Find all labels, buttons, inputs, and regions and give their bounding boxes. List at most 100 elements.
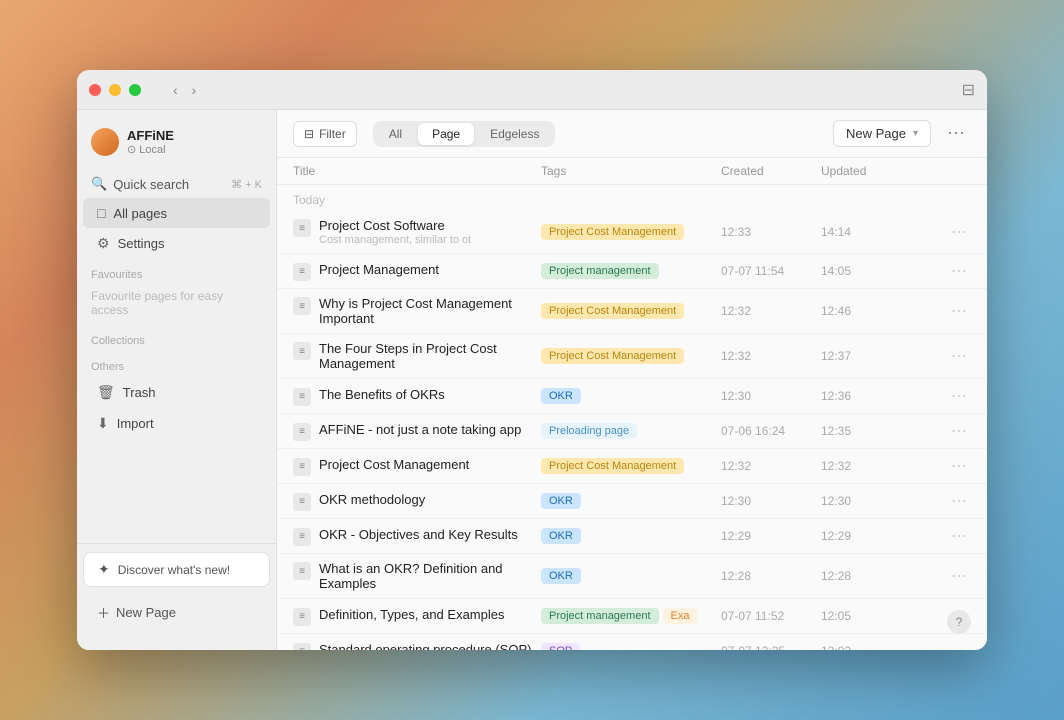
sidebar-item-label: Settings (118, 236, 165, 251)
close-button[interactable] (89, 84, 101, 96)
tag: OKR (541, 528, 581, 544)
search-shortcut: ⌘ + K (231, 178, 262, 191)
tab-all[interactable]: All (375, 123, 416, 145)
favourites-empty-text: Favourite pages for easy access (77, 285, 276, 325)
more-options-button[interactable]: ⋯ (941, 121, 971, 146)
table-row[interactable]: ≡ Project Management Project management … (277, 254, 987, 289)
table-row[interactable]: ≡ Standard operating procedure (SOP) SOP… (277, 634, 987, 650)
row-more: ⋯ (911, 301, 971, 321)
table-row[interactable]: ≡ AFFiNE - not just a note taking app Pr… (277, 414, 987, 449)
sidebar-item-trash[interactable]: 🗑 Trash (83, 377, 270, 408)
column-actions (911, 164, 971, 178)
help-button[interactable]: ? (947, 610, 971, 634)
row-more-button[interactable]: ⋯ (947, 456, 971, 476)
row-more: ⋯ (911, 386, 971, 406)
quick-search[interactable]: 🔍 Quick search ⌘ + K (77, 170, 276, 198)
row-title-area: ≡ What is an OKR? Definition and Example… (293, 561, 541, 591)
row-more-button[interactable]: ⋯ (947, 346, 971, 366)
row-more-button[interactable]: ⋯ (947, 222, 971, 242)
row-title: Project Cost Management (319, 457, 469, 472)
minimize-button[interactable] (109, 84, 121, 96)
row-more-button[interactable]: ⋯ (947, 526, 971, 546)
import-icon: ⬇ (97, 415, 109, 432)
discover-button[interactable]: ✦ Discover what's new! (83, 552, 270, 587)
new-page-sidebar-button[interactable]: ＋ New Page (83, 595, 270, 630)
row-updated: 12:29 (821, 529, 911, 543)
row-more-button[interactable]: ⋯ (947, 421, 971, 441)
table-row[interactable]: ≡ The Four Steps in Project Cost Managem… (277, 334, 987, 379)
row-title: AFFiNE - not just a note taking app (319, 422, 521, 437)
row-created: 07-07 13:25 (721, 644, 821, 650)
favourites-section-label: Favourites (77, 259, 276, 285)
row-more-button[interactable]: ⋯ (947, 261, 971, 281)
sidebar-item-label: Import (117, 416, 154, 431)
sidebar-toggle-button[interactable]: ⊟ (962, 80, 975, 100)
tab-page[interactable]: Page (418, 123, 474, 145)
tab-edgeless[interactable]: Edgeless (476, 123, 553, 145)
row-text: Standard operating procedure (SOP) (319, 642, 531, 651)
row-title-area: ≡ AFFiNE - not just a note taking app (293, 422, 541, 441)
row-title-area: ≡ The Benefits of OKRs (293, 387, 541, 406)
row-title: OKR methodology (319, 492, 425, 507)
new-page-button[interactable]: New Page ▾ (833, 120, 931, 147)
forward-button[interactable]: › (188, 80, 201, 100)
table-row[interactable]: ≡ Definition, Types, and Examples Projec… (277, 599, 987, 634)
content-area: ⊟ Filter All Page Edgeless New Page ▾ ⋯ (277, 110, 987, 650)
row-updated: 12:46 (821, 304, 911, 318)
row-title-area: ≡ Why is Project Cost Management Importa… (293, 296, 541, 326)
row-updated: 12:35 (821, 424, 911, 438)
row-more: ⋯ (911, 491, 971, 511)
row-tags: Project Cost Management (541, 303, 721, 319)
row-tags: Project Cost Management (541, 224, 721, 240)
new-page-sidebar-label: New Page (116, 605, 176, 620)
column-updated: Updated (821, 164, 911, 178)
sidebar-item-settings[interactable]: ⚙ Settings (83, 228, 270, 259)
back-button[interactable]: ‹ (169, 80, 182, 100)
table-row[interactable]: ≡ Why is Project Cost Management Importa… (277, 289, 987, 334)
row-created: 07-07 11:54 (721, 264, 821, 278)
row-updated: 12:32 (821, 459, 911, 473)
row-more-button[interactable]: ⋯ (947, 566, 971, 586)
row-more: ⋯ (911, 346, 971, 366)
row-text: The Benefits of OKRs (319, 387, 445, 402)
table-row[interactable]: ≡ Project Cost Management Project Cost M… (277, 449, 987, 484)
filter-icon: ⊟ (304, 127, 314, 141)
user-info: AFFiNE ⊙ Local (127, 128, 174, 156)
row-more-button[interactable]: ⋯ (947, 386, 971, 406)
row-updated: 12:02 (821, 644, 911, 650)
table-row[interactable]: ≡ What is an OKR? Definition and Example… (277, 554, 987, 599)
workspace-icon: ⊙ (127, 143, 136, 156)
nav-arrows: ‹ › (169, 80, 200, 100)
table-row[interactable]: ≡ Project Cost Software Cost management,… (277, 211, 987, 254)
row-more-button[interactable]: ⋯ (947, 491, 971, 511)
tag: OKR (541, 388, 581, 404)
sidebar-item-all-pages[interactable]: □ All pages (83, 198, 270, 228)
row-created: 12:32 (721, 459, 821, 473)
row-more-button[interactable]: ⋯ (947, 641, 971, 650)
tag: OKR (541, 568, 581, 584)
row-text: What is an OKR? Definition and Examples (319, 561, 541, 591)
user-profile[interactable]: AFFiNE ⊙ Local (77, 122, 276, 170)
row-updated: 14:05 (821, 264, 911, 278)
filter-label: Filter (319, 127, 346, 141)
tag: Project management (541, 263, 659, 279)
table-row[interactable]: ≡ The Benefits of OKRs OKR 12:30 12:36 ⋯ (277, 379, 987, 414)
content-header: ⊟ Filter All Page Edgeless New Page ▾ ⋯ (277, 110, 987, 158)
table-row[interactable]: ≡ OKR - Objectives and Key Results OKR 1… (277, 519, 987, 554)
sidebar-item-import[interactable]: ⬇ Import (83, 408, 270, 439)
tag: Project management (541, 608, 659, 624)
row-created: 07-06 16:24 (721, 424, 821, 438)
table-row[interactable]: ≡ OKR methodology OKR 12:30 12:30 ⋯ (277, 484, 987, 519)
row-title-area: ≡ OKR - Objectives and Key Results (293, 527, 541, 546)
maximize-button[interactable] (129, 84, 141, 96)
page-icon: ≡ (293, 493, 311, 511)
row-tags: Project management (541, 263, 721, 279)
tag: Project Cost Management (541, 303, 684, 319)
row-updated: 12:36 (821, 389, 911, 403)
filter-button[interactable]: ⊟ Filter (293, 121, 357, 147)
row-text: The Four Steps in Project Cost Managemen… (319, 341, 541, 371)
row-tags: Preloading page (541, 423, 721, 439)
main-area: AFFiNE ⊙ Local 🔍 Quick search ⌘ + K □ Al… (77, 110, 987, 650)
row-title-area: ≡ Project Cost Management (293, 457, 541, 476)
row-more-button[interactable]: ⋯ (947, 301, 971, 321)
